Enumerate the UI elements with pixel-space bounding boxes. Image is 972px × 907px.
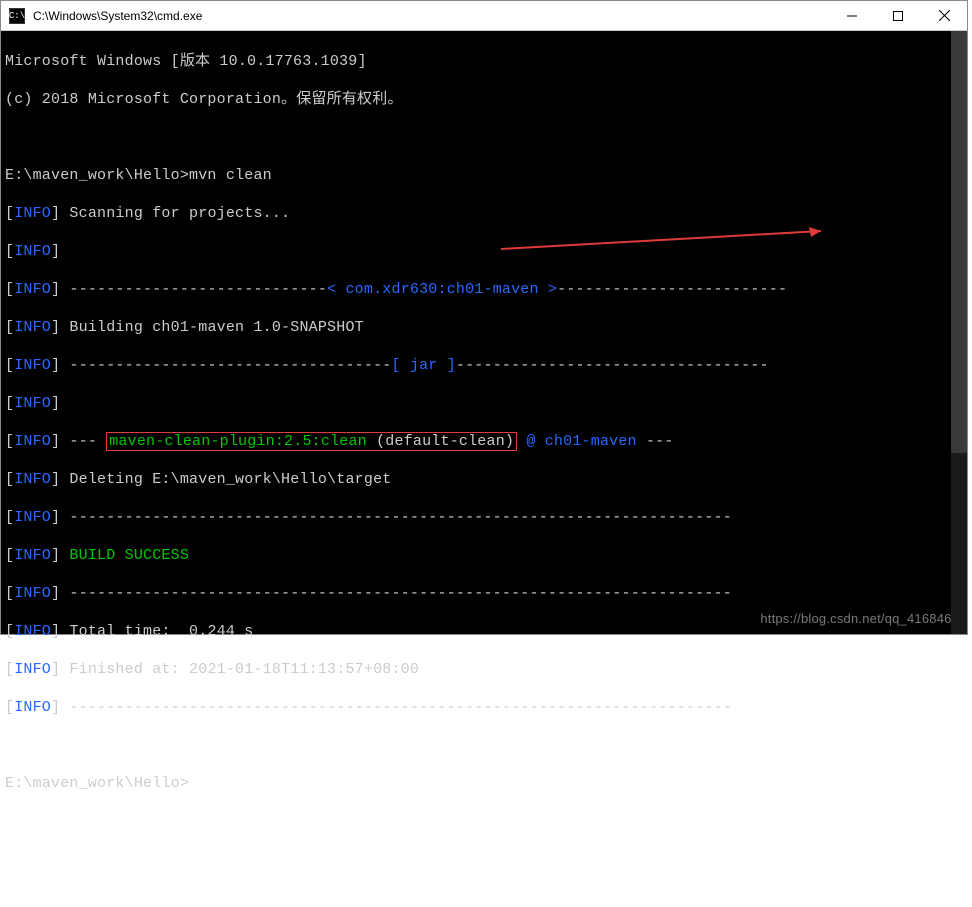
terminal-line: Microsoft Windows [版本 10.0.17763.1039] [5,52,963,71]
vertical-scrollbar[interactable] [951,31,967,634]
terminal-line: [INFO] Finished at: 2021-01-18T11:13:57+… [5,660,963,679]
minimize-button[interactable] [829,1,875,30]
cmd-icon: C:\ [9,8,25,24]
terminal-line: [INFO] ---------------------------------… [5,356,963,375]
terminal-area[interactable]: Microsoft Windows [版本 10.0.17763.1039] (… [1,31,967,634]
terminal-line: [INFO] ---------------------------------… [5,508,963,527]
terminal-line: [INFO] Deleting E:\maven_work\Hello\targ… [5,470,963,489]
terminal-line: [INFO] ---------------------------------… [5,698,963,717]
terminal-line [5,736,963,755]
terminal-line: [INFO] BUILD SUCCESS [5,546,963,565]
terminal-line [5,128,963,147]
terminal-line: [INFO] Building ch01-maven 1.0-SNAPSHOT [5,318,963,337]
scrollbar-thumb[interactable] [951,31,967,453]
window-title: C:\Windows\System32\cmd.exe [31,9,829,23]
titlebar[interactable]: C:\ C:\Windows\System32\cmd.exe [1,1,967,31]
terminal-line: [INFO] ---------------------------------… [5,584,963,603]
window-controls [829,1,967,30]
terminal-line: [INFO] [5,242,963,261]
terminal-line: [INFO] --- maven-clean-plugin:2.5:clean … [5,432,963,451]
terminal-line: [INFO] ----------------------------< com… [5,280,963,299]
terminal-line: E:\maven_work\Hello>mvn clean [5,166,963,185]
terminal-line: (c) 2018 Microsoft Corporation。保留所有权利。 [5,90,963,109]
highlighted-plugin: maven-clean-plugin:2.5:clean (default-cl… [106,432,517,451]
close-button[interactable] [921,1,967,30]
terminal-line: E:\maven_work\Hello> [5,774,963,793]
maximize-button[interactable] [875,1,921,30]
terminal-line: [INFO] [5,394,963,413]
terminal-line: [INFO] Scanning for projects... [5,204,963,223]
watermark-text: https://blog.csdn.net/qq_4168462 [760,609,959,628]
cmd-window: C:\ C:\Windows\System32\cmd.exe Microsof… [0,0,968,635]
